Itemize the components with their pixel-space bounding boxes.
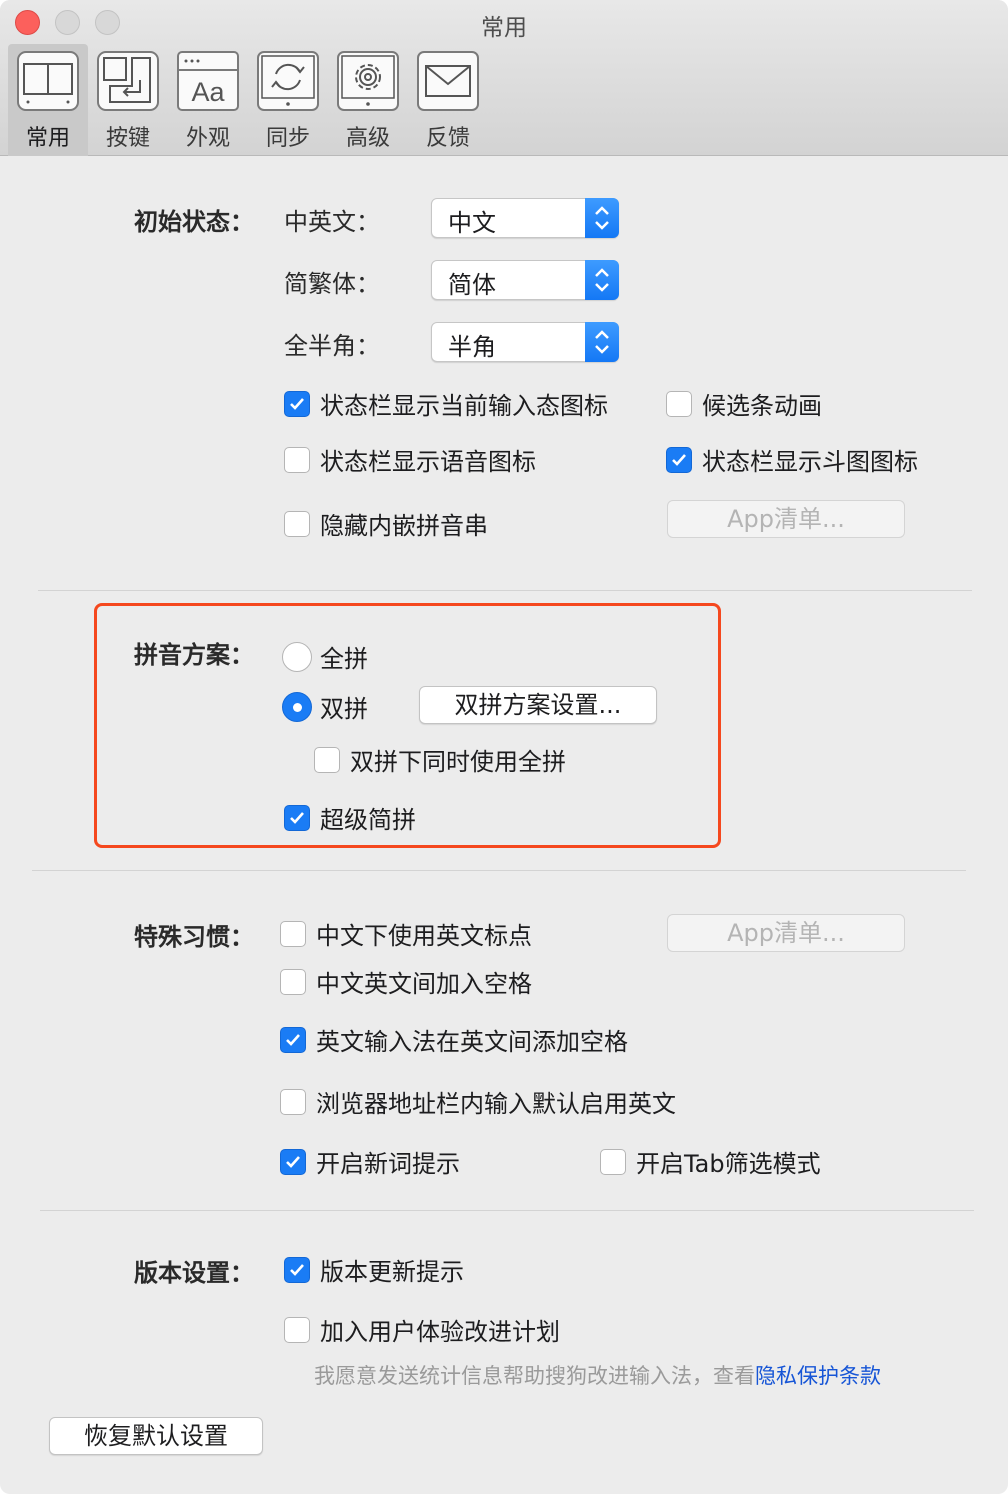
preferences-window: 常用 常用 按键 Aa 外观 同步 高级 反馈 初始状态： 中英文： 中文 简繁… [0, 0, 1008, 1494]
radio-label: 双拼 [320, 695, 368, 723]
simp-trad-popup[interactable]: 简体 [431, 260, 619, 300]
checkmark-icon [284, 1256, 310, 1283]
hide-inline-pinyin-checkbox[interactable]: 隐藏内嵌拼音串 [284, 506, 488, 541]
checkbox-label: 开启Tab筛选模式 [636, 1150, 821, 1178]
tab-label: 按键 [105, 126, 150, 151]
tab-label: 高级 [345, 126, 390, 151]
tab-advanced[interactable]: 高级 [328, 44, 408, 156]
separator [40, 1210, 974, 1211]
envelope-icon [416, 50, 480, 112]
checkbox-label: 加入用户体验改进计划 [320, 1318, 560, 1346]
checkmark-icon [280, 1026, 306, 1053]
width-value: 半角 [448, 333, 496, 361]
keyboard-return-icon [96, 50, 160, 112]
checkbox-box [280, 1088, 306, 1115]
restore-defaults-button[interactable]: 恢复默认设置 [49, 1417, 263, 1455]
checkbox-label: 版本更新提示 [320, 1258, 464, 1286]
zh-en-label: 中英文： [284, 208, 380, 236]
checkbox-box [666, 390, 692, 417]
browser-addr-en-checkbox[interactable]: 浏览器地址栏内输入默认启用英文 [280, 1084, 676, 1119]
checkbox-label: 隐藏内嵌拼音串 [320, 512, 488, 540]
full-pinyin-radio[interactable]: 全拼 [282, 639, 368, 674]
radio-label: 全拼 [320, 645, 368, 673]
checkbox-label: 候选条动画 [702, 392, 822, 420]
app-list-button-2[interactable]: App清单... [667, 914, 905, 952]
checkbox-label: 超级简拼 [320, 806, 416, 834]
font-aa-icon: Aa [176, 50, 240, 112]
initial-state-label: 初始状态： [134, 208, 254, 236]
tab-keys[interactable]: 按键 [88, 44, 168, 156]
tab-label: 同步 [265, 126, 310, 151]
checkbox-label: 中文英文间加入空格 [316, 970, 532, 998]
checkbox-box [284, 1316, 310, 1343]
chevron-updown-icon [585, 260, 619, 300]
tab-label: 常用 [25, 126, 70, 151]
checkmark-icon [280, 1148, 306, 1175]
radio-dot [282, 691, 312, 722]
zh-en-value: 中文 [448, 209, 496, 237]
checkbox-box [284, 510, 310, 537]
space-between-zh-en-checkbox[interactable]: 中文英文间加入空格 [280, 964, 532, 999]
separator [32, 870, 966, 871]
simp-trad-value: 简体 [448, 271, 496, 299]
app-list-button-1[interactable]: App清单... [667, 500, 905, 538]
checkbox-label: 开启新词提示 [316, 1150, 460, 1178]
en-ime-space-checkbox[interactable]: 英文输入法在英文间添加空格 [280, 1022, 628, 1057]
new-word-hint-checkbox[interactable]: 开启新词提示 [280, 1144, 460, 1179]
width-popup[interactable]: 半角 [431, 322, 619, 362]
window-title: 常用 [481, 15, 527, 41]
titlebar: 常用 常用 按键 Aa 外观 同步 高级 反馈 [0, 0, 1008, 156]
simp-trad-label: 简繁体： [284, 270, 380, 298]
tab-filter-checkbox[interactable]: 开启Tab筛选模式 [600, 1144, 821, 1179]
checkbox-box [280, 920, 306, 947]
show-voice-icon-checkbox[interactable]: 状态栏显示语音图标 [284, 442, 536, 477]
en-punct-in-zh-checkbox[interactable]: 中文下使用英文标点 [280, 916, 532, 951]
checkbox-label: 状态栏显示语音图标 [320, 448, 536, 476]
double-pinyin-settings-button[interactable]: 双拼方案设置... [419, 686, 657, 724]
checkmark-icon [284, 804, 310, 831]
version-settings-label: 版本设置： [134, 1259, 254, 1287]
candidate-animation-checkbox[interactable]: 候选条动画 [666, 386, 822, 421]
svg-text:Aa: Aa [191, 77, 225, 107]
separator [38, 590, 972, 591]
note-text: 我愿意发送统计信息帮助搜狗改进输入法，查看 [314, 1364, 755, 1388]
show-doutu-icon-checkbox[interactable]: 状态栏显示斗图图标 [666, 442, 918, 477]
privacy-policy-link[interactable]: 隐私保护条款 [755, 1364, 881, 1388]
radio-dot [282, 641, 312, 672]
width-label: 全半角： [284, 332, 380, 360]
special-habits-label: 特殊习惯： [134, 923, 254, 951]
show-input-state-icon-checkbox[interactable]: 状态栏显示当前输入态图标 [284, 386, 608, 421]
checkbox-label: 浏览器地址栏内输入默认启用英文 [316, 1090, 676, 1118]
zh-en-popup[interactable]: 中文 [431, 198, 619, 238]
layout-icon [16, 50, 80, 112]
checkmark-icon [284, 390, 310, 417]
gear-icon [336, 50, 400, 112]
update-hint-checkbox[interactable]: 版本更新提示 [284, 1252, 464, 1287]
tab-general[interactable]: 常用 [8, 44, 88, 156]
checkbox-label: 状态栏显示当前输入态图标 [320, 392, 608, 420]
sync-icon [256, 50, 320, 112]
checkbox-label: 英文输入法在英文间添加空格 [316, 1028, 628, 1056]
checkbox-box [600, 1148, 626, 1175]
chevron-updown-icon [585, 322, 619, 362]
tab-label: 反馈 [425, 126, 470, 151]
checkbox-label: 中文下使用英文标点 [316, 922, 532, 950]
checkbox-label: 状态栏显示斗图图标 [702, 448, 918, 476]
checkbox-label: 双拼下同时使用全拼 [350, 748, 566, 776]
tab-feedback[interactable]: 反馈 [408, 44, 488, 156]
checkbox-box [314, 746, 340, 773]
double-with-full-checkbox[interactable]: 双拼下同时使用全拼 [314, 742, 566, 777]
tab-sync[interactable]: 同步 [248, 44, 328, 156]
super-abbrev-checkbox[interactable]: 超级简拼 [284, 800, 416, 835]
checkmark-icon [666, 446, 692, 473]
tab-label: 外观 [185, 126, 230, 151]
tab-appearance[interactable]: Aa 外观 [168, 44, 248, 156]
chevron-updown-icon [585, 198, 619, 238]
join-ux-plan-checkbox[interactable]: 加入用户体验改进计划 [284, 1312, 560, 1347]
ux-plan-note: 我愿意发送统计信息帮助搜狗改进输入法，查看隐私保护条款 [314, 1360, 881, 1390]
double-pinyin-radio[interactable]: 双拼 [282, 689, 368, 724]
checkbox-box [280, 968, 306, 995]
checkbox-box [284, 446, 310, 473]
pinyin-scheme-label: 拼音方案： [134, 641, 254, 669]
